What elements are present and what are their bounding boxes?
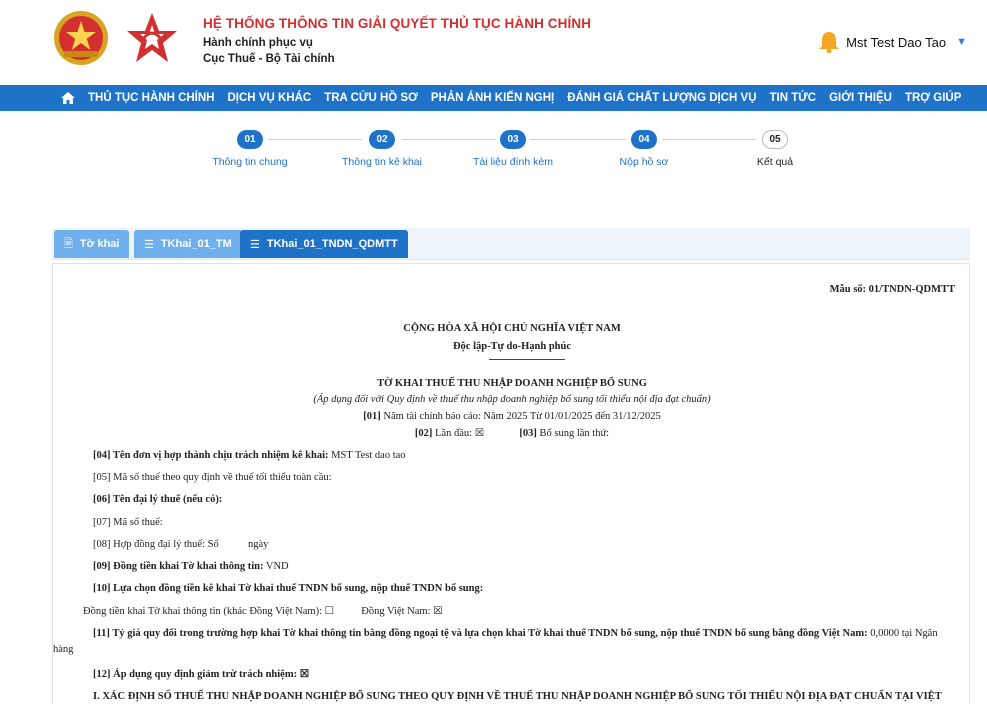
currency-option-foreign[interactable]: Đồng tiền khai Tờ khai thông tin (khác Đ… [83,606,334,617]
field-value: Bổ sung lần thứ: [539,428,610,439]
tab-label: Tờ khai [79,238,120,250]
step-number: 01 [237,130,263,149]
tab-label: TKhai_01_TM [160,238,232,250]
step-label: Tài liệu đính kèm [473,156,553,168]
field-04: [04] Tên đơn vị hợp thành chịu trách nhi… [93,450,406,461]
user-name[interactable]: Mst Test Dao Tao [846,35,946,50]
field-value: Năm tài chính báo cáo: Năm 2025 Từ 01/01… [383,411,661,422]
chevron-down-icon[interactable]: ▼ [956,36,967,48]
nav-item-tin-tuc[interactable]: TIN TỨC [770,92,817,104]
tab-tkhai-01-tndn-qdmtt[interactable]: ☰ TKhai_01_TNDN_QDMTT [240,230,408,258]
field-10: [10] Lựa chọn đồng tiền kê khai Tờ khai … [93,583,484,594]
nav-item-dich-vu-khac[interactable]: DỊCH VỤ KHÁC [228,92,312,104]
home-icon[interactable] [60,90,76,106]
bell-icon[interactable] [818,30,840,54]
system-title: HỆ THỐNG THÔNG TIN GIẢI QUYẾT THỦ TỤC HÀ… [203,16,592,31]
step-label: Kết quả [756,156,794,168]
doc-icon: 🗎 [64,237,73,250]
field-code: [03] [519,428,537,439]
step-number: 04 [631,130,657,149]
tax-logo-icon [127,13,177,62]
step-4[interactable]: 04 Nộp hồ sơ [584,130,704,168]
field-value[interactable]: Lần đầu: ☒ [435,428,484,439]
step-5: 05 Kết quả [715,130,835,168]
section-heading: I. XÁC ĐỊNH SỐ THUẾ THU NHẬP DOANH NGHIỆ… [93,691,942,702]
field-09: [09] Đồng tiền khai Tờ khai thông tin: V… [93,561,289,572]
field-10-options: Đồng tiền khai Tờ khai thông tin (khác Đ… [83,605,443,617]
tab-bar: 🗎 Tờ khai ☰ TKhai_01_TM ☰ TKhai_01_TNDN_… [52,228,970,260]
step-number: 05 [762,130,788,149]
field-11: [11] Tỷ giá quy đổi trong trường hợp kha… [93,628,938,639]
field-label: [08] Hợp đồng đại lý thuế: Số [93,539,219,550]
step-label: Thông tin kê khai [342,156,422,168]
header: HỆ THỐNG THÔNG TIN GIẢI QUYẾT THỦ TỤC HÀ… [0,0,987,85]
system-subtitle: Hành chính phục vụ [203,37,313,49]
form-number: Mẫu số: 01/TNDN-QDMTT [829,284,955,295]
nav-item-gioi-thieu[interactable]: GIỚI THIỆU [829,92,892,104]
national-emblem-icon [54,11,108,65]
list-icon: ☰ [250,238,260,251]
field-07: [07] Mã số thuế: [93,517,163,528]
nav-item-thu-tuc[interactable]: THỦ TỤC HÀNH CHÍNH [88,92,215,104]
step-2[interactable]: 02 Thông tin kê khai [322,130,442,168]
currency-option-vnd[interactable]: Đồng Việt Nam: ☒ [361,606,442,617]
progress-stepper: 01 Thông tin chung 02 Thông tin kê khai … [0,118,987,178]
field-12[interactable]: [12] Áp dụng quy định giảm trừ trách nhi… [93,668,309,680]
nav-item-tro-giup[interactable]: TRỢ GIÚP [905,92,961,104]
field-code: [02] [414,428,433,439]
step-label: Nộp hồ sơ [619,156,669,168]
nav-items: THỦ TỤC HÀNH CHÍNH DỊCH VỤ KHÁC TRA CỨU … [88,92,974,104]
field-label: [09] Đồng tiền khai Tờ khai thông tin: [93,561,264,572]
field-value: 0,0000 tại Ngân [870,628,938,639]
step-3[interactable]: 03 Tài liệu đính kèm [453,130,573,168]
field-06: [06] Tên đại lý thuế (nếu có): [93,494,223,505]
divider [489,359,565,360]
field-01: [01] Năm tài chính báo cáo: Năm 2025 Từ … [53,411,971,422]
field-code: [01] [363,411,381,422]
nav-item-phan-anh[interactable]: PHẢN ÁNH KIẾN NGHỊ [431,92,554,104]
user-menu[interactable]: Mst Test Dao Tao ▼ [818,30,967,54]
field-02-03: [02] Lần đầu: ☒ [03] Bổ sung lần thứ: [53,427,971,439]
field-05: [05] Mã số thuế theo quy định về thuế tố… [93,472,332,483]
field-11-continued: hàng [53,644,74,655]
field-label: ngày [247,539,269,550]
field-value: VND [265,561,289,572]
step-number: 02 [369,130,395,149]
national-title: CỘNG HÒA XÃ HỘI CHỦ NGHĨA VIỆT NAM [403,323,621,334]
field-value: MST Test dao tao [331,450,406,461]
list-icon: ☰ [144,238,154,251]
step-1[interactable]: 01 Thông tin chung [190,130,310,168]
field-label: [04] Tên đơn vị hợp thành chịu trách nhi… [93,450,329,461]
step-number: 03 [500,130,526,149]
nav-item-danh-gia[interactable]: ĐÁNH GIÁ CHẤT LƯỢNG DỊCH VỤ [567,92,756,104]
form-title: TỜ KHAI THUẾ THU NHẬP DOANH NGHIỆP BỔ SU… [377,378,647,389]
tab-label: TKhai_01_TNDN_QDMTT [266,238,398,250]
step-label: Thông tin chung [212,156,288,168]
tab-to-khai[interactable]: 🗎 Tờ khai [54,230,130,258]
main-nav: THỦ TỤC HÀNH CHÍNH DỊCH VỤ KHÁC TRA CỨU … [0,85,987,111]
agency-name: Cục Thuế - Bộ Tài chính [203,53,335,65]
form-subtitle: (Áp dụng đối với Quy định về thuế thu nh… [313,394,711,405]
national-motto: Độc lập-Tự do-Hạnh phúc [452,341,572,352]
nav-item-tra-cuu[interactable]: TRA CỨU HỒ SƠ [324,92,418,104]
field-label: [11] Tỷ giá quy đổi trong trường hợp kha… [93,628,868,639]
declaration-form: Mẫu số: 01/TNDN-QDMTT CỘNG HÒA XÃ HỘI CH… [52,263,970,704]
tab-tkhai-01-tm[interactable]: ☰ TKhai_01_TM [134,230,242,258]
field-08: [08] Hợp đồng đại lý thuế: Số ngày [93,539,268,550]
